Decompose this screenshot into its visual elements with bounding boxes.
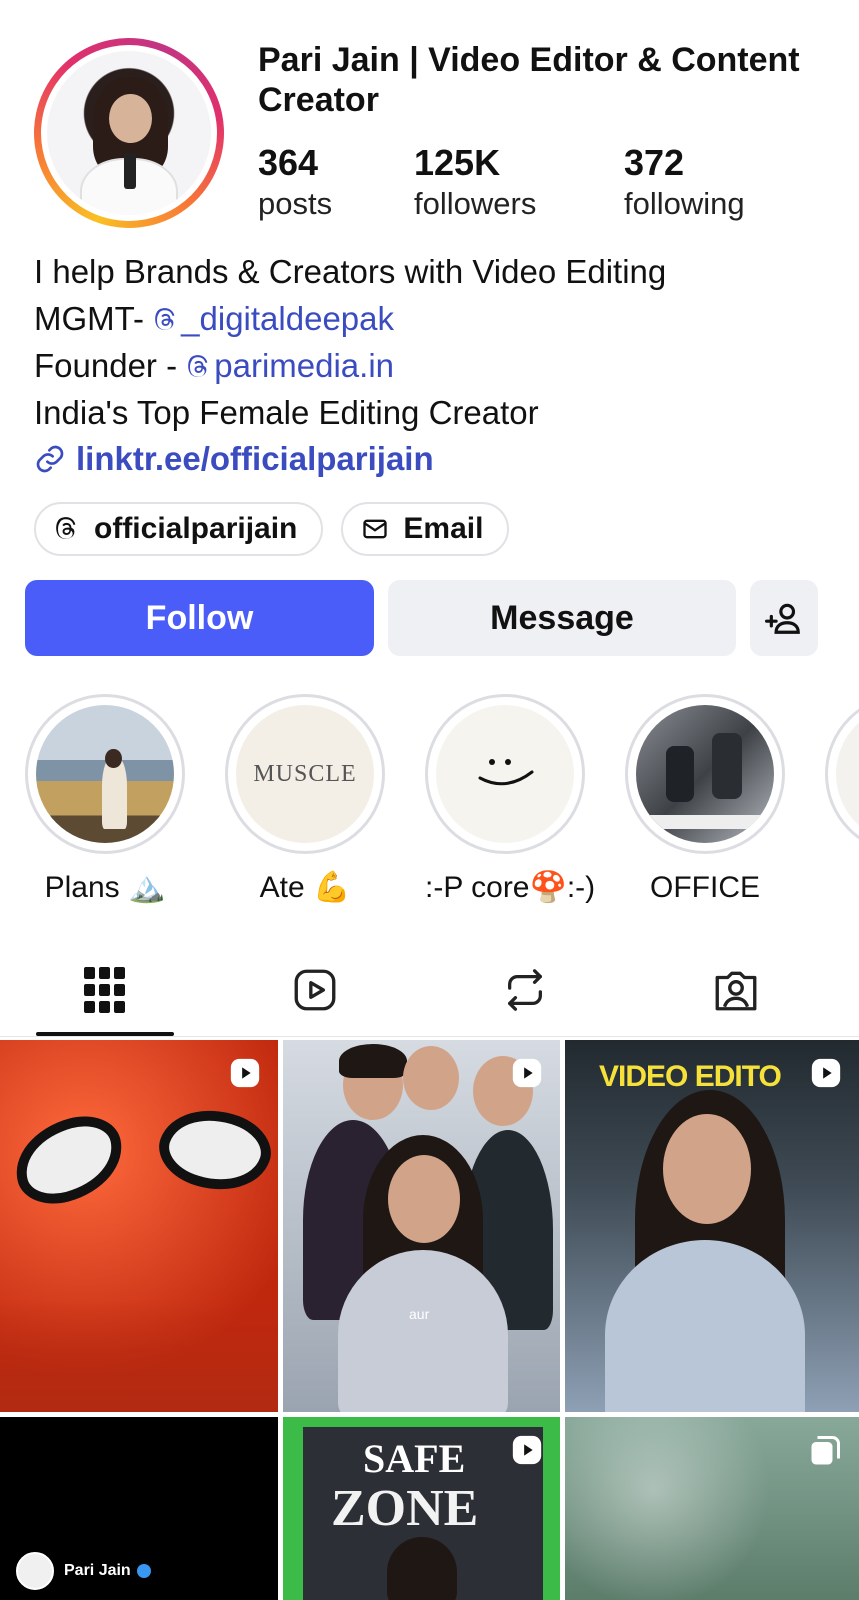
post-thumbnail-5[interactable]: SAFE ZONE xyxy=(283,1417,560,1600)
link-icon xyxy=(36,445,64,473)
bio-external-link[interactable]: linktr.ee/officialparijain xyxy=(34,440,434,478)
carousel-badge-icon xyxy=(811,1436,840,1465)
email-chip-label: Email xyxy=(403,512,484,545)
reel-badge-icon xyxy=(811,1058,841,1088)
message-button[interactable]: Message xyxy=(388,580,736,656)
highlight-label: Plans 🏔️ xyxy=(44,871,166,904)
threads-chip[interactable]: officialparijain xyxy=(34,502,324,556)
stat-following[interactable]: 372 following xyxy=(624,142,804,224)
follow-button[interactable]: Follow xyxy=(25,580,374,656)
highlight-cover-image: MUSCLE xyxy=(236,705,374,843)
post-author-name: Pari Jain xyxy=(64,1562,131,1579)
tagged-person-icon xyxy=(715,971,757,1011)
bio-line: I help Brands & Creators with Video Edit… xyxy=(34,253,667,290)
highlight-ring: MUSCLE xyxy=(225,694,385,854)
bio-text: MGMT- xyxy=(34,300,154,337)
profile-chips: officialparijain Email xyxy=(34,502,510,556)
threads-icon xyxy=(188,355,208,377)
highlight-ate[interactable]: MUSCLE Ate 💪 xyxy=(225,694,385,906)
threads-mention-parimedia[interactable]: parimedia.in xyxy=(186,347,394,384)
highlight-label: :-P core🍄:-) xyxy=(425,871,596,904)
post-author-chip: Pari Jain xyxy=(16,1552,151,1590)
post-thumbnail-4[interactable]: Pari Jain xyxy=(0,1417,278,1600)
add-person-icon xyxy=(765,603,800,634)
mention-text: parimedia.in xyxy=(214,347,395,384)
highlight-label: Ate 💪 xyxy=(259,871,351,904)
mini-avatar xyxy=(16,1552,54,1590)
repost-icon xyxy=(508,969,542,1011)
posts-grid: aur VIDEO EDITO Pari Jain SAFE ZONE xyxy=(0,1040,859,1600)
suggested-accounts-button[interactable] xyxy=(750,580,818,656)
highlight-core[interactable]: :-P core🍄:-) xyxy=(425,694,596,906)
highlight-ring xyxy=(625,694,785,854)
bio-line: India's Top Female Editing Creator xyxy=(34,394,539,431)
tab-reposts[interactable] xyxy=(455,950,595,1030)
story-highlights: Plans 🏔️ MUSCLE Ate 💪 :-P core🍄:-) OFFIC… xyxy=(0,694,859,904)
profile-tabs xyxy=(0,950,859,1040)
profile-bio: I help Brands & Creators with Video Edit… xyxy=(34,248,666,436)
stat-posts-value: 364 xyxy=(258,142,319,183)
threads-chip-label: officialparijain xyxy=(94,512,298,545)
highlight-cover-image xyxy=(836,705,859,843)
email-chip[interactable]: Email xyxy=(341,502,510,556)
stat-followers-value: 125K xyxy=(414,142,501,183)
reel-badge-icon xyxy=(230,1058,260,1088)
threads-icon xyxy=(155,308,175,330)
highlight-ring xyxy=(825,694,859,854)
stat-posts[interactable]: 364 posts xyxy=(258,142,414,224)
reel-badge-icon xyxy=(512,1435,542,1465)
post-caption-text: aur xyxy=(409,1306,430,1322)
highlight-ring xyxy=(425,694,585,854)
highlight-label: OFFICE xyxy=(650,871,760,904)
profile-actions: Follow Message xyxy=(25,580,818,656)
tab-divider xyxy=(0,1036,859,1037)
tab-reels[interactable] xyxy=(245,950,385,1030)
grid-icon xyxy=(84,967,125,1013)
verified-badge-icon xyxy=(136,1564,151,1578)
threads-icon xyxy=(56,517,76,539)
highlight-cover-image xyxy=(36,705,174,843)
post-overlay-text: ZONE xyxy=(331,1480,479,1537)
smiley-face-icon xyxy=(478,759,534,786)
bio-text: Founder - xyxy=(34,347,187,384)
stat-following-label: following xyxy=(624,186,745,221)
stat-posts-label: posts xyxy=(258,186,333,221)
bio-link-text: linktr.ee/officialparijain xyxy=(76,440,434,477)
stat-followers-label: followers xyxy=(414,186,537,221)
stat-followers[interactable]: 125K followers xyxy=(414,142,624,224)
mail-icon xyxy=(363,519,388,539)
post-thumbnail-6[interactable] xyxy=(565,1417,859,1600)
avatar-frame xyxy=(41,45,217,221)
profile-avatar[interactable] xyxy=(34,38,224,228)
post-overlay-text: VIDEO EDITO xyxy=(599,1060,782,1093)
profile-stats: 364 posts 125K followers 372 following xyxy=(258,142,804,224)
highlight-ring xyxy=(25,694,185,854)
tab-posts-grid[interactable] xyxy=(35,950,175,1030)
post-thumbnail-2[interactable]: aur xyxy=(283,1040,560,1412)
stat-following-value: 372 xyxy=(624,142,685,183)
post-thumbnail-1[interactable] xyxy=(0,1040,278,1412)
reel-badge-icon xyxy=(512,1058,542,1088)
highlight-cover-image xyxy=(436,705,574,843)
highlight-plans[interactable]: Plans 🏔️ xyxy=(25,694,185,906)
highlight-office[interactable]: OFFICE xyxy=(625,694,785,906)
highlight-partial[interactable] xyxy=(825,694,859,854)
bio-line: Founder - parimedia.in xyxy=(34,342,666,389)
mention-text: _digitaldeepak xyxy=(181,300,394,337)
threads-mention-digitaldeepak[interactable]: _digitaldeepak xyxy=(153,300,394,337)
post-thumbnail-3[interactable]: VIDEO EDITO xyxy=(565,1040,859,1412)
bio-line: MGMT- _digitaldeepak xyxy=(34,295,666,342)
post-overlay-text: SAFE xyxy=(363,1436,466,1481)
profile-display-name: Pari Jain | Video Editor & Content Creat… xyxy=(258,41,800,119)
reels-icon xyxy=(294,969,336,1011)
tab-tagged[interactable] xyxy=(666,950,806,1030)
avatar-photo xyxy=(47,51,211,215)
highlight-cover-image xyxy=(636,705,774,843)
